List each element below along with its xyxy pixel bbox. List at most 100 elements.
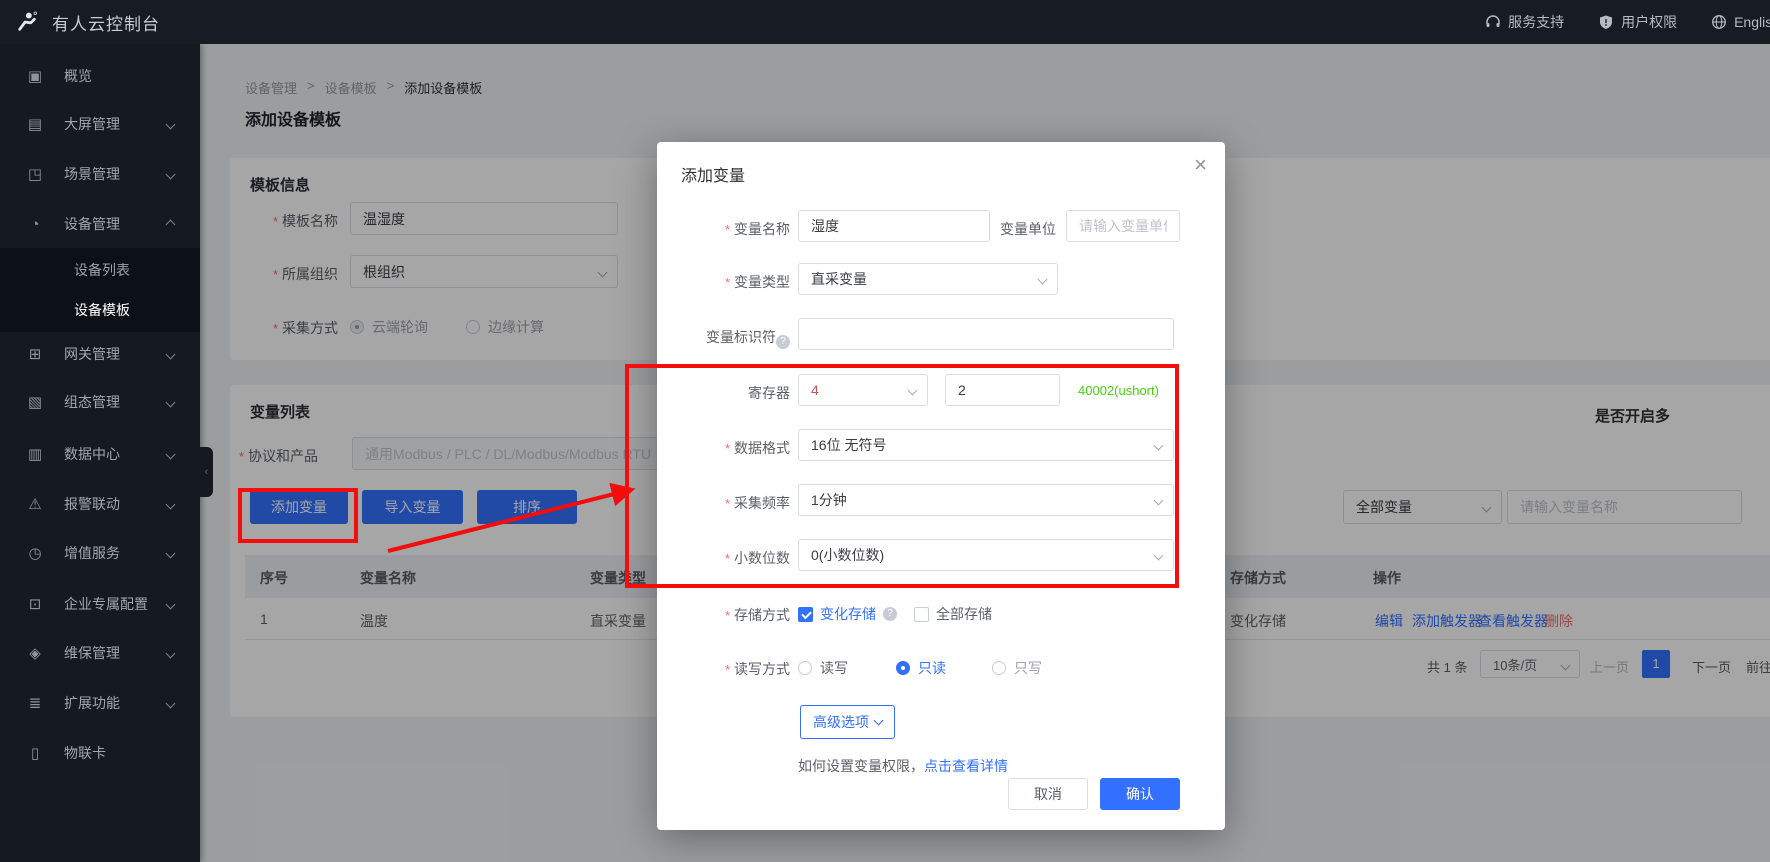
radio-write-only[interactable] xyxy=(992,661,1006,675)
sidebar-item-gateways[interactable]: ⊞网关管理 xyxy=(0,332,200,376)
sidebar-item-screens[interactable]: ▤ 大屏管理 xyxy=(0,102,200,146)
sidebar-item-label: 设备管理 xyxy=(64,214,120,234)
sidebar-item-enterprise[interactable]: ⊡ 企业专属配置 xyxy=(0,582,200,626)
chevron-down-icon xyxy=(874,716,884,726)
radio-label: 只写 xyxy=(1014,658,1042,678)
brand-title: 有人云控制台 xyxy=(52,10,160,35)
sidebar-submenu-devices: 设备列表 设备模板 xyxy=(0,248,200,332)
select-value: 16位 无符号 xyxy=(811,435,886,455)
bar-chart-icon: ▥ xyxy=(26,445,44,463)
chevron-down-icon xyxy=(166,548,176,558)
sidebar-item-scenes[interactable]: ◳ 场景管理 xyxy=(0,152,200,196)
sidebar-item-vas[interactable]: ◷ 增值服务 xyxy=(0,531,200,575)
pie-icon: ◔ xyxy=(26,216,44,233)
topbar-menu: 服务支持 用户权限 English xyxy=(1485,12,1770,32)
chevron-down-icon xyxy=(166,449,176,459)
sidebar-item-data-center[interactable]: ▥ 数据中心 xyxy=(0,432,200,476)
var-unit-input[interactable] xyxy=(1066,210,1180,242)
image-icon: ▧ xyxy=(26,393,44,411)
select-value: 4 xyxy=(811,382,819,398)
decimals-select[interactable]: 0(小数位数) xyxy=(798,539,1174,571)
shield-check-icon: ◈ xyxy=(26,644,44,662)
chevron-down-icon xyxy=(166,499,176,509)
cube-icon: ◳ xyxy=(26,165,44,183)
chevron-down-icon xyxy=(908,386,918,396)
sidebar-item-extensions[interactable]: ≣ 扩展功能 xyxy=(0,681,200,725)
sidebar-item-iot-card[interactable]: ▯ 物联卡 xyxy=(0,731,200,775)
sidebar-item-label: 数据中心 xyxy=(64,444,120,464)
cancel-button[interactable]: 取消 xyxy=(1008,778,1088,810)
sidebar-item-label: 设备列表 xyxy=(74,260,130,280)
chevron-down-icon xyxy=(166,169,176,179)
sidebar-item-label: 场景管理 xyxy=(64,164,120,184)
help-icon[interactable]: ? xyxy=(776,335,790,349)
radio-read-only[interactable] xyxy=(896,661,910,675)
register-label: 寄存器 xyxy=(657,383,790,403)
chevron-down-icon xyxy=(166,397,176,407)
sidebar-item-label: 设备模板 xyxy=(74,300,130,320)
topbar-item-language[interactable]: English xyxy=(1711,14,1770,30)
radio-label: 只读 xyxy=(918,658,946,678)
help-icon[interactable]: ? xyxy=(883,607,897,621)
select-value: 0(小数位数) xyxy=(811,545,884,565)
checkbox-full-storage[interactable] xyxy=(914,607,929,622)
frequency-label: 采集频率 xyxy=(657,493,790,513)
screen-icon: ▤ xyxy=(26,115,44,133)
sidebar-item-label: 网关管理 xyxy=(64,344,120,364)
sidebar-item-alarm[interactable]: ⚠ 报警联动 xyxy=(0,482,200,526)
confirm-button[interactable]: 确认 xyxy=(1100,778,1180,810)
clock-icon: ◷ xyxy=(26,544,44,562)
var-type-select[interactable]: 直采变量 xyxy=(798,263,1058,295)
advanced-options-button[interactable]: 高级选项 xyxy=(800,705,895,739)
sidebar-item-label: 扩展功能 xyxy=(64,693,120,713)
alarm-icon: ⚠ xyxy=(26,495,44,513)
usr-logo-icon xyxy=(16,11,38,33)
var-identifier-input[interactable] xyxy=(798,318,1174,350)
sidebar-item-label: 企业专属配置 xyxy=(64,594,148,614)
register-address-input[interactable] xyxy=(945,374,1060,406)
decimals-label: 小数位数 xyxy=(657,548,790,568)
close-icon[interactable]: × xyxy=(1194,152,1207,178)
rw-mode-label: 读写方式 xyxy=(657,659,790,679)
help-text: 如何设置变量权限， xyxy=(798,758,924,774)
radio-read-write[interactable] xyxy=(798,661,812,675)
monitor-code-icon: ⊡ xyxy=(26,595,44,613)
var-name-label: 变量名称 xyxy=(657,219,790,239)
data-format-select[interactable]: 16位 无符号 xyxy=(798,429,1174,461)
sidebar-item-maintenance[interactable]: ◈维保管理 xyxy=(0,631,200,675)
topbar-item-support[interactable]: 服务支持 xyxy=(1485,12,1564,32)
sidebar-item-device-template[interactable]: 设备模板 xyxy=(0,290,200,330)
register-hint: 40002(ushort) xyxy=(1078,383,1159,398)
var-name-input[interactable] xyxy=(798,210,990,242)
sidebar-item-label: 物联卡 xyxy=(64,743,106,763)
sidebar-item-devices[interactable]: ◔ 设备管理 xyxy=(0,202,200,246)
topbar-item-label: 服务支持 xyxy=(1508,12,1564,32)
sidebar-item-label: 报警联动 xyxy=(64,494,120,514)
permission-help: 如何设置变量权限，点击查看详情 xyxy=(798,756,1008,776)
sidebar-item-label: 概览 xyxy=(64,66,92,86)
register-fn-select[interactable]: 4 xyxy=(798,374,928,406)
topbar-item-label: 用户权限 xyxy=(1621,12,1677,32)
sidebar-item-device-list[interactable]: 设备列表 xyxy=(0,250,200,290)
chevron-up-icon xyxy=(166,219,176,229)
select-value: 1分钟 xyxy=(811,490,847,510)
checkbox-change-storage[interactable] xyxy=(798,607,813,622)
checkbox-label: 全部存储 xyxy=(936,604,992,624)
sidebar-item-overview[interactable]: ▣概览 xyxy=(0,54,200,98)
select-value: 直采变量 xyxy=(811,269,867,289)
storage-mode-options: 变化存储 ? 全部存储 xyxy=(798,604,992,624)
app-root: 有人云控制台 服务支持 用户权限 English ▣概览 ▤ 大屏管理 ◳ 场景管理… xyxy=(0,0,1770,862)
brand: 有人云控制台 xyxy=(0,10,160,35)
topbar-item-permission[interactable]: 用户权限 xyxy=(1598,12,1677,32)
var-type-label: 变量类型 xyxy=(657,272,790,292)
layers-icon: ≣ xyxy=(26,694,44,712)
shield-icon xyxy=(1598,14,1614,30)
view-details-link[interactable]: 点击查看详情 xyxy=(924,758,1008,774)
sidebar-item-label: 增值服务 xyxy=(64,543,120,563)
sidebar-item-label: 大屏管理 xyxy=(64,114,120,134)
sim-card-icon: ▯ xyxy=(26,744,44,762)
storage-mode-label: 存储方式 xyxy=(657,605,790,625)
headset-icon xyxy=(1485,14,1501,30)
frequency-select[interactable]: 1分钟 xyxy=(798,484,1174,516)
sidebar-item-scada[interactable]: ▧组态管理 xyxy=(0,380,200,424)
